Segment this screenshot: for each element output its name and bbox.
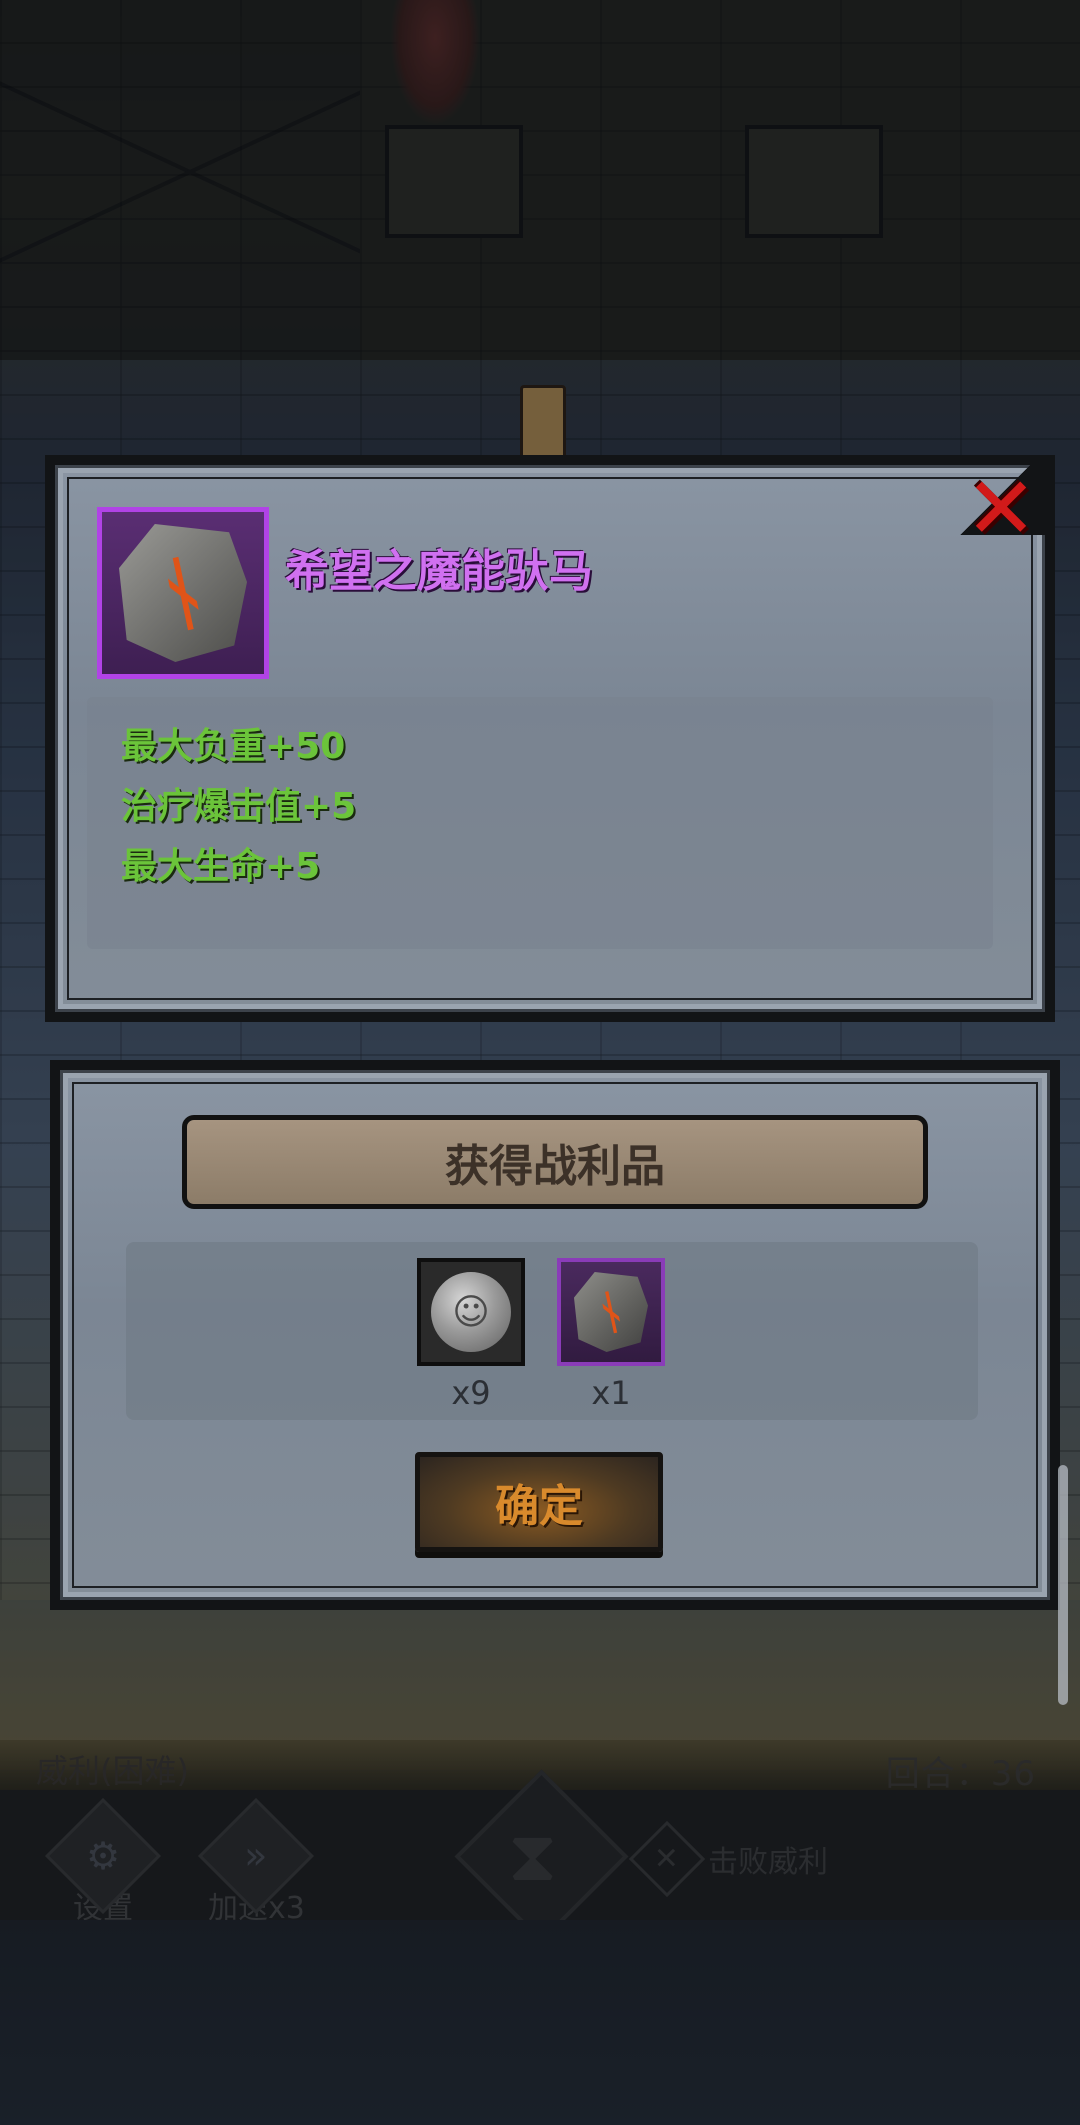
loot-item-rune[interactable]: ᚾ x1 [557,1258,665,1412]
loot-panel: 获得战利品 ☺ x9 ᚾ x1 确定 [50,1060,1060,1610]
confirm-button[interactable]: 确定 [415,1452,663,1552]
loot-frame: ᚾ [557,1258,665,1366]
close-button[interactable]: ✕ [961,459,1041,559]
loot-count: x1 [591,1374,631,1412]
loot-item-coin[interactable]: ☺ x9 [417,1258,525,1412]
loot-strip [126,1242,978,1420]
loot-frame: ☺ [417,1258,525,1366]
stat-line: 最大负重+50 [121,726,346,767]
loot-banner-title: 获得战利品 [445,1141,665,1192]
close-x-icon: ✕ [964,459,1038,559]
stat-line: 最大生命+5 [121,846,321,887]
silver-coin-icon: ☺ [428,1269,514,1355]
item-title: 希望之魔能驮马 [285,546,593,597]
item-stats-box: 最大负重+50 治疗爆击值+5 最大生命+5 [87,697,993,949]
loot-count: x9 [451,1374,491,1412]
rune-glyph: ᚾ [591,1282,631,1342]
item-icon-frame: ᚾ [97,507,269,679]
rune-stone-icon: ᚾ [119,524,247,662]
confirm-label: 确定 [495,1481,583,1532]
rune-glyph: ᚾ [149,542,217,644]
loot-banner: 获得战利品 [182,1115,928,1209]
stat-line: 治疗爆击值+5 [121,786,357,827]
rune-stone-icon: ᚾ [574,1272,648,1352]
scrollbar[interactable] [1058,1465,1068,1705]
item-detail-panel: ✕ ᚾ 希望之魔能驮马 最大负重+50 治疗爆击值+5 最大生命+5 [45,455,1055,1022]
